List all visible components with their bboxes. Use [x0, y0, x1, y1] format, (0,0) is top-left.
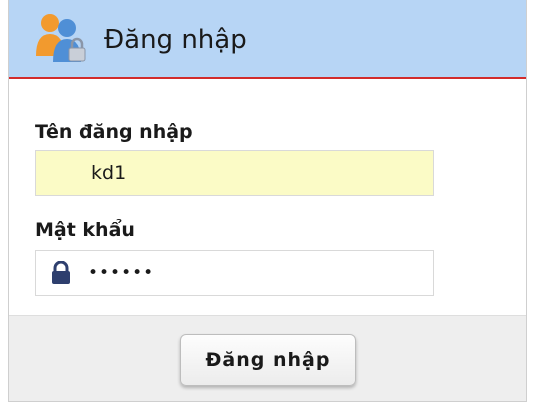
login-button[interactable]: Đăng nhập	[180, 334, 356, 386]
username-label: Tên đăng nhập	[35, 121, 193, 143]
login-form: Tên đăng nhập Mật khẩu	[9, 79, 526, 315]
password-field[interactable]	[35, 250, 434, 296]
password-input[interactable]	[88, 251, 418, 295]
password-label: Mật khẩu	[35, 219, 135, 241]
dialog-title: Đăng nhập	[104, 25, 247, 55]
lock-icon	[51, 260, 71, 285]
dialog-footer: Đăng nhập	[9, 315, 526, 401]
users-lock-icon	[33, 10, 91, 68]
username-input[interactable]	[91, 151, 421, 195]
dialog-header: Đăng nhập	[9, 0, 526, 79]
username-field[interactable]	[35, 150, 434, 196]
login-dialog: Đăng nhập Tên đăng nhập Mật khẩu Đăng nh…	[8, 0, 527, 402]
